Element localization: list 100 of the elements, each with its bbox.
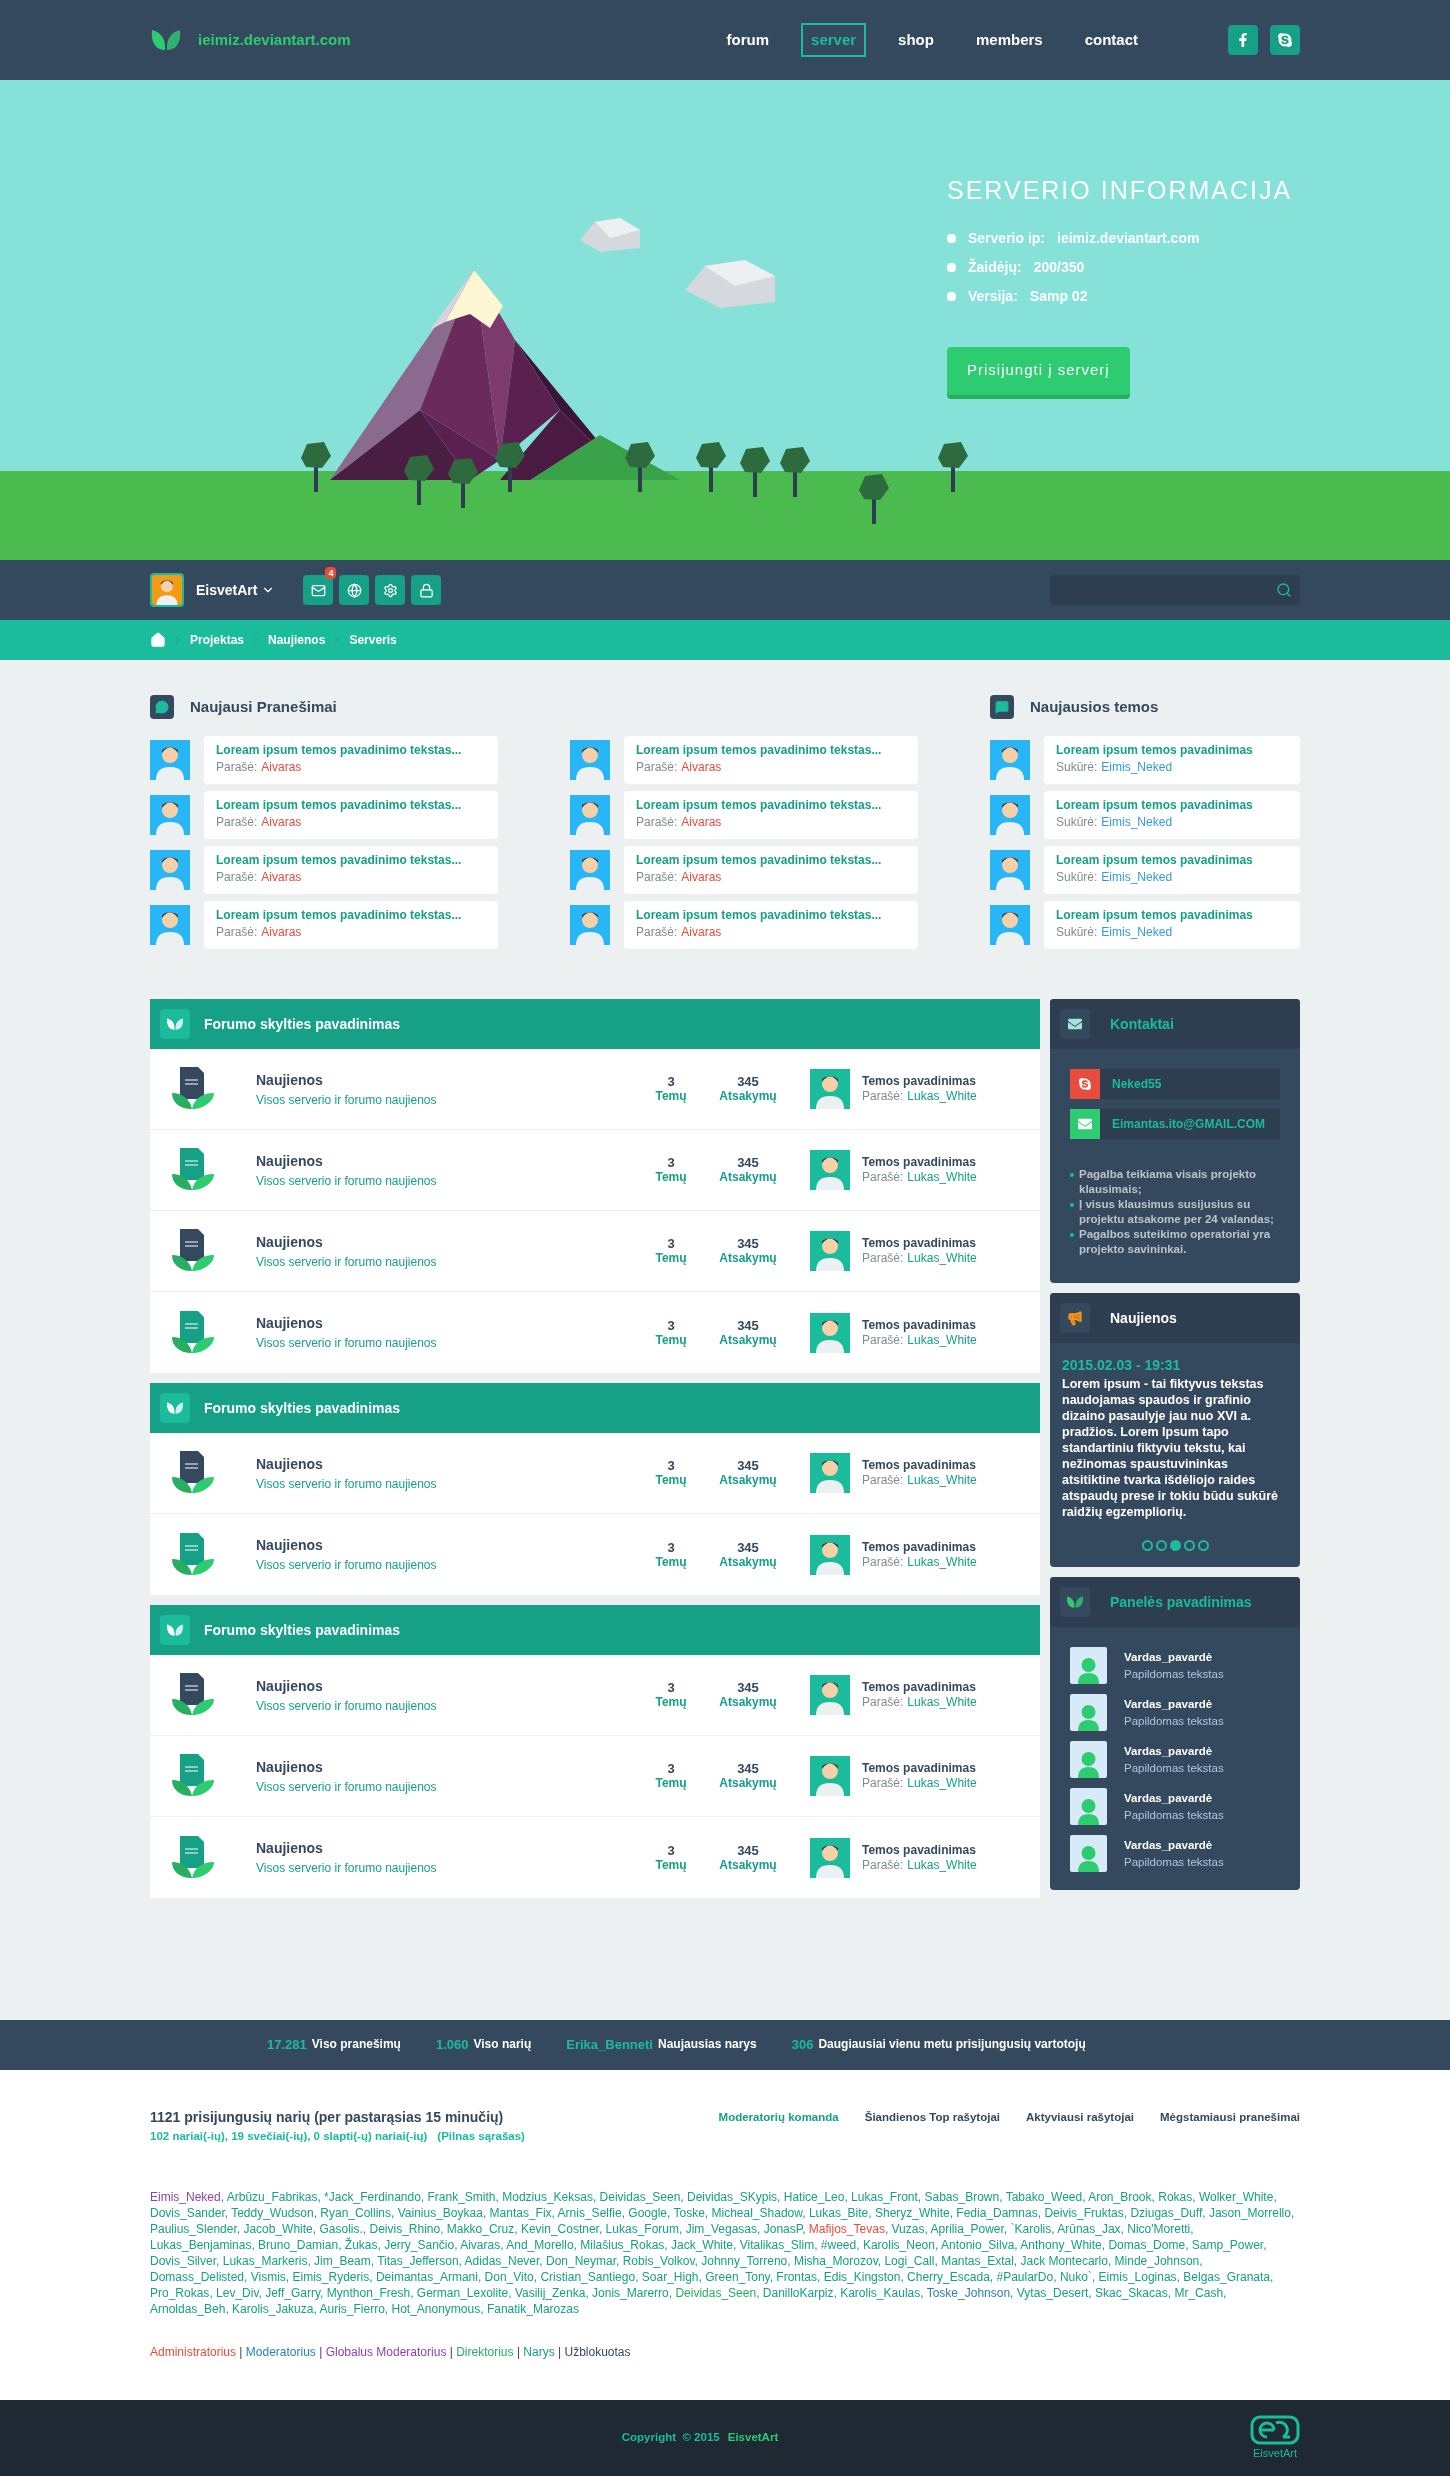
user-link[interactable]: Arnis_Selfie bbox=[557, 2206, 622, 2221]
user-link[interactable]: Misha_Morozov bbox=[793, 2254, 878, 2269]
post-card[interactable]: Loream ipsum temos pavadinimo tekstas... Parašė: Aivaras bbox=[204, 846, 498, 894]
post-title[interactable]: Loream ipsum temos pavadinimo tekstas... bbox=[216, 852, 486, 869]
forum-row[interactable]: Naujienos Visos serverio ir forumo naujienos 3 Temų 345 Atsakymų Temos pavadinimas Parašė: Lukas_White bbox=[150, 1736, 1040, 1817]
breadcrumb-link[interactable]: Projektas bbox=[190, 631, 245, 649]
user-link[interactable]: Fedia_Damnas bbox=[956, 2206, 1038, 2221]
settings-button[interactable] bbox=[375, 575, 406, 605]
last-topic-title[interactable]: Temos pavadinimas bbox=[862, 1236, 977, 1251]
user-link[interactable]: Jason_Morrello bbox=[1208, 2206, 1291, 2221]
search-field[interactable] bbox=[1050, 575, 1300, 605]
user-link[interactable]: Frank_Smith bbox=[427, 2190, 496, 2205]
user-link[interactable]: Soar_High bbox=[641, 2270, 699, 2285]
last-topic-title[interactable]: Temos pavadinimas bbox=[862, 1155, 977, 1170]
author-link[interactable]: Lukas_White bbox=[907, 1170, 977, 1185]
author-link[interactable]: Eimis_Neked bbox=[1101, 869, 1173, 886]
author-link[interactable]: Aivaras bbox=[261, 814, 302, 831]
author-link[interactable]: Aivaras bbox=[261, 924, 302, 941]
author-link[interactable]: Aivaras bbox=[261, 759, 302, 776]
forum-row[interactable]: Naujienos Visos serverio ir forumo naujienos 3 Temų 345 Atsakymų Temos pavadinimas Parašė: Lukas_White bbox=[150, 1817, 1040, 1898]
user-link[interactable]: Deimantas_Armani bbox=[375, 2270, 478, 2285]
user-link[interactable]: Jack_White bbox=[671, 2238, 733, 2253]
nav-link[interactable]: shop bbox=[888, 22, 944, 58]
forum-name[interactable]: Naujienos bbox=[256, 1675, 636, 1697]
post-title[interactable]: Loream ipsum temos pavadinimo tekstas... bbox=[636, 852, 906, 869]
user-name[interactable]: Vardas_pavardė bbox=[1124, 1789, 1224, 1807]
online-tab[interactable]: Aktyviausi rašytojai bbox=[1026, 2109, 1134, 2127]
last-topic-title[interactable]: Temos pavadinimas bbox=[862, 1317, 977, 1333]
user-link[interactable]: Teddy_Wudson bbox=[231, 2206, 314, 2221]
post-title[interactable]: Loream ipsum temos pavadinimo tekstas... bbox=[216, 907, 486, 924]
user-link[interactable]: Fanatik_Marozas bbox=[486, 2302, 579, 2317]
user-link[interactable]: Titas_Jefferson bbox=[377, 2254, 459, 2269]
forum-name[interactable]: Naujienos bbox=[256, 1231, 636, 1253]
user-link[interactable]: Jonis_Marerro bbox=[592, 2286, 669, 2301]
user-link[interactable]: Kevin_Costner bbox=[520, 2222, 599, 2237]
user-link[interactable]: *Jack_Ferdinando bbox=[324, 2190, 421, 2205]
forum-name[interactable]: Naujienos bbox=[256, 1453, 636, 1475]
user-link[interactable]: JonasP bbox=[763, 2222, 803, 2237]
post-title[interactable]: Loream ipsum temos pavadinimas bbox=[1056, 907, 1288, 924]
nav-link[interactable]: server bbox=[801, 22, 867, 58]
author-link[interactable]: Eimis_Neked bbox=[1101, 814, 1173, 831]
author-link[interactable]: Aivaras bbox=[681, 814, 722, 831]
author-link[interactable]: Lukas_White bbox=[907, 1554, 977, 1570]
user-link[interactable]: Mantas_Fix bbox=[489, 2206, 552, 2221]
post-title[interactable]: Loream ipsum temos pavadinimo tekstas... bbox=[636, 797, 906, 814]
online-tab[interactable]: Moderatorių komanda bbox=[718, 2109, 839, 2127]
globe-button[interactable] bbox=[339, 575, 370, 605]
lock-button[interactable] bbox=[411, 575, 442, 605]
last-topic-title[interactable]: Temos pavadinimas bbox=[862, 1539, 977, 1555]
post-title[interactable]: Loream ipsum temos pavadinimas bbox=[1056, 742, 1288, 759]
forum-name[interactable]: Naujienos bbox=[256, 1535, 636, 1556]
user-name[interactable]: Vardas_pavardė bbox=[1124, 1836, 1224, 1854]
user-link[interactable]: Dovis_Sander bbox=[150, 2206, 225, 2221]
post-card[interactable]: Loream ipsum temos pavadinimo tekstas... Parašė: Aivaras bbox=[204, 901, 498, 949]
user-link[interactable]: Green_Tony bbox=[705, 2270, 770, 2285]
last-topic-title[interactable]: Temos pavadinimas bbox=[862, 1761, 977, 1776]
user-link[interactable]: Arūnas_Jax bbox=[1057, 2222, 1121, 2237]
post-card[interactable]: Loream ipsum temos pavadinimo tekstas... Parašė: Aivaras bbox=[624, 846, 918, 894]
user-link[interactable]: Mafijos_Tevas bbox=[808, 2222, 885, 2237]
user-link[interactable]: Aprilia_Power bbox=[930, 2222, 1004, 2237]
full-list-link[interactable]: (Pilnas sąrašas) bbox=[437, 2128, 525, 2146]
user-link[interactable]: Adidas_Never bbox=[464, 2254, 540, 2269]
last-topic-title[interactable]: Temos pavadinimas bbox=[862, 1680, 977, 1695]
post-card[interactable]: Loream ipsum temos pavadinimas Sukūrė: Eimis_Neked bbox=[1044, 901, 1300, 949]
user-link[interactable]: DanilloKarpiz bbox=[762, 2286, 834, 2301]
breadcrumb-link[interactable]: Serveris bbox=[349, 631, 397, 649]
user-link[interactable]: Jack Montecarlo bbox=[1020, 2254, 1108, 2269]
post-title[interactable]: Loream ipsum temos pavadinimas bbox=[1056, 852, 1288, 869]
skype-button[interactable] bbox=[1270, 25, 1300, 55]
user-link[interactable]: Lev_Div bbox=[216, 2286, 259, 2301]
post-card[interactable]: Loream ipsum temos pavadinimas Sukūrė: Eimis_Neked bbox=[1044, 736, 1300, 784]
post-title[interactable]: Loream ipsum temos pavadinimo tekstas... bbox=[636, 742, 906, 759]
forum-row[interactable]: Naujienos Visos serverio ir forumo naujienos 3 Temų 345 Atsakymų Temos pavadinimas Parašė: Lukas_White bbox=[150, 1655, 1040, 1736]
author-link[interactable]: Lukas_White bbox=[907, 1473, 977, 1488]
user-name[interactable]: Vardas_pavardė bbox=[1124, 1648, 1224, 1666]
post-card[interactable]: Loream ipsum temos pavadinimo tekstas... Parašė: Aivaras bbox=[624, 791, 918, 839]
user-link[interactable]: Anthony_White bbox=[1020, 2238, 1102, 2253]
user-link[interactable]: Aron_Brook bbox=[1088, 2190, 1152, 2205]
last-topic-title[interactable]: Temos pavadinimas bbox=[862, 1458, 977, 1473]
user-link[interactable]: Karolis_Neon bbox=[862, 2238, 935, 2253]
user-link[interactable]: Skac_Skacas bbox=[1095, 2286, 1168, 2301]
contact-item[interactable]: Neked55 bbox=[1070, 1069, 1280, 1099]
user-link[interactable]: Jacob_White bbox=[243, 2222, 313, 2237]
user-menu-button[interactable]: EisvetArt bbox=[196, 579, 276, 601]
user-link[interactable]: Belgas_Granata bbox=[1183, 2270, 1270, 2285]
nav-link[interactable]: members bbox=[965, 22, 1053, 58]
post-title[interactable]: Loream ipsum temos pavadinimo tekstas... bbox=[216, 797, 486, 814]
post-title[interactable]: Loream ipsum temos pavadinimo tekstas... bbox=[636, 907, 906, 924]
post-card[interactable]: Loream ipsum temos pavadinimo tekstas... Parašė: Aivaras bbox=[204, 791, 498, 839]
author-link[interactable]: Lukas_White bbox=[907, 1776, 977, 1791]
author-link[interactable]: Lukas_White bbox=[907, 1089, 977, 1104]
breadcrumb-link[interactable]: Naujienos bbox=[268, 631, 326, 649]
user-link[interactable]: Modzius_Keksas bbox=[502, 2190, 593, 2205]
mail-button[interactable] bbox=[303, 575, 334, 605]
user-link[interactable]: Domass_Delisted bbox=[150, 2270, 245, 2285]
user-link[interactable]: Samp_Power bbox=[1191, 2238, 1264, 2253]
forum-row[interactable]: Naujienos Visos serverio ir forumo naujienos 3 Temų 345 Atsakymų Temos pavadinimas Parašė: Lukas_White bbox=[150, 1130, 1040, 1211]
post-card[interactable]: Loream ipsum temos pavadinimo tekstas... Parašė: Aivaras bbox=[624, 736, 918, 784]
user-link[interactable]: Don_Vito bbox=[484, 2270, 534, 2285]
forum-row[interactable]: Naujienos Visos serverio ir forumo naujienos 3 Temų 345 Atsakymų Temos pavadinimas Parašė: Lukas_White bbox=[150, 1433, 1040, 1514]
